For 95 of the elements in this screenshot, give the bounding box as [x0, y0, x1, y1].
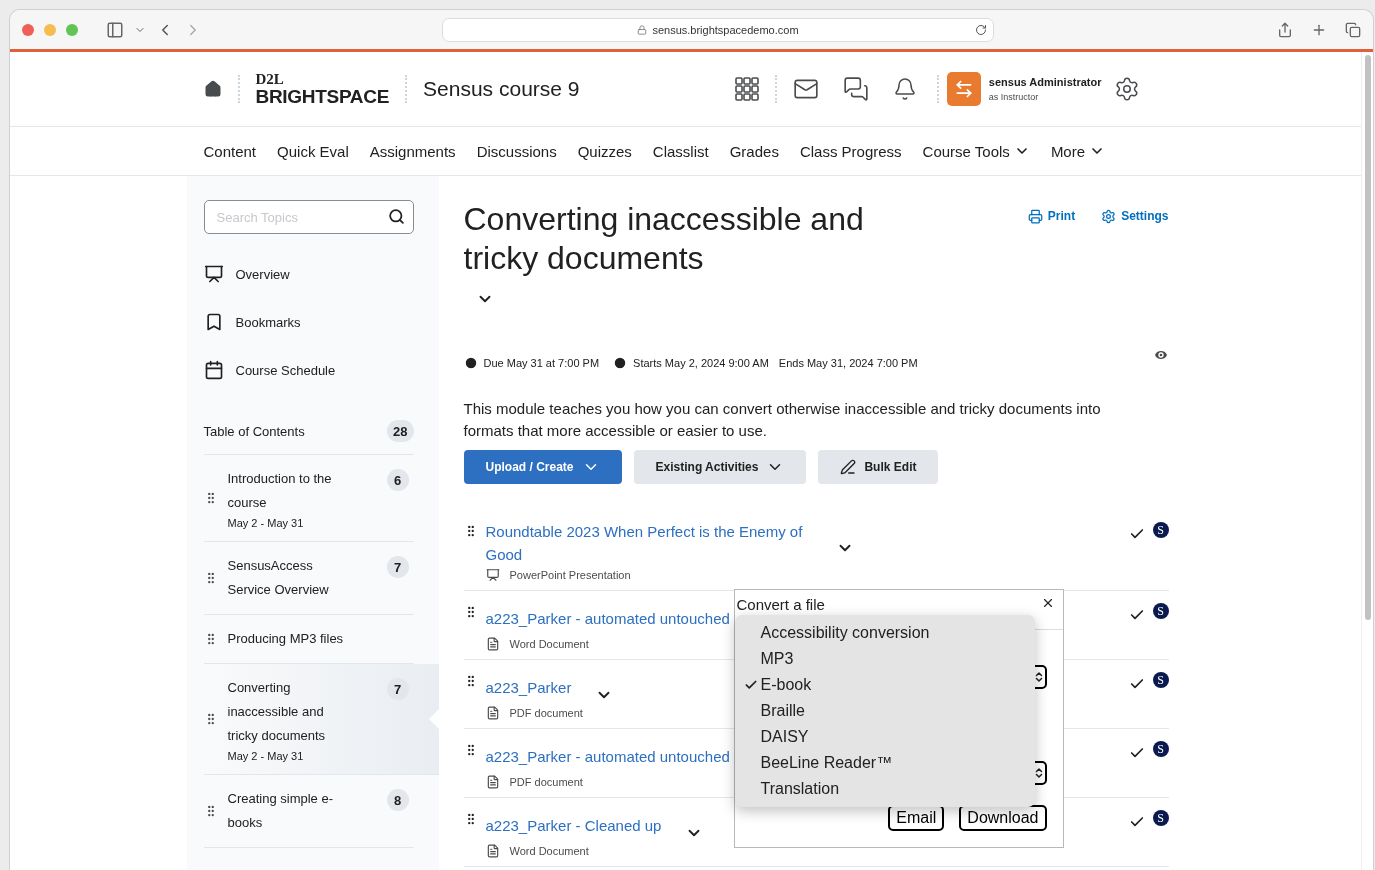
chat-icon[interactable]: [842, 76, 869, 102]
document-icon: [485, 637, 500, 651]
nav-link[interactable]: Grades: [729, 142, 779, 160]
status-badge: S: [1152, 810, 1169, 826]
nav-link[interactable]: Assignments: [369, 142, 456, 160]
menu-option[interactable]: Accessibility conversion: [734, 620, 1035, 646]
file-type: PDF document: [509, 707, 583, 719]
topic-link[interactable]: a223_Parker - automated untouched: [485, 744, 730, 768]
module-dates: May 2 - May 31: [227, 750, 305, 762]
settings-icon[interactable]: [1113, 76, 1140, 102]
status-badge: S: [1152, 741, 1169, 757]
url-text: sensus.brightspacedemo.com: [652, 23, 799, 36]
close-window-icon[interactable]: [22, 23, 34, 36]
due-date: Due May 31 at 7:00 PM: [483, 357, 600, 369]
lock-icon: [637, 24, 648, 35]
menu-option[interactable]: MP3: [734, 646, 1035, 672]
count-badge: 6: [386, 469, 409, 491]
print-icon: [1027, 208, 1043, 224]
menu-option[interactable]: Translation: [734, 776, 1035, 802]
toolbar-button[interactable]: Bulk Edit: [818, 450, 939, 484]
topic-link[interactable]: Roundtable 2023 When Perfect is the Enemy of Good: [485, 520, 806, 566]
menu-option[interactable]: E-book: [734, 672, 1035, 698]
count-badge: 28: [387, 420, 414, 442]
start-date: Starts May 2, 2024 9:00 AM: [633, 357, 769, 369]
module-item[interactable]: SensusAccess Service Overview 7: [203, 542, 414, 615]
menu-option[interactable]: Braille: [734, 698, 1035, 724]
module-dates: May 2 - May 31: [227, 517, 305, 529]
address-bar[interactable]: sensus.brightspacedemo.com: [442, 17, 994, 42]
bell-icon[interactable]: [892, 77, 917, 101]
module-title: Converting inaccessible and tricky documents: [463, 200, 865, 278]
presentation-icon: [203, 264, 224, 284]
count-badge: 7: [386, 678, 409, 700]
grid-icon[interactable]: [734, 77, 759, 101]
sidebar-icon[interactable]: [106, 20, 124, 39]
sidebar-link[interactable]: Course Schedule: [203, 346, 414, 394]
count-badge: 8: [386, 789, 409, 811]
document-icon: [485, 844, 500, 858]
nav-link[interactable]: Content: [203, 142, 257, 160]
module-title: Introduction to the course: [227, 470, 333, 512]
search-icon[interactable]: [387, 208, 405, 225]
status-badge: S: [1152, 672, 1169, 688]
module-description: This module teaches you how you can convert otherwise inaccessible and tricky documents into formats that more accessible or easier to use.: [463, 399, 1102, 441]
toolbar-button[interactable]: Upload / Create: [463, 450, 622, 484]
module-item[interactable]: Creating simple e-books 8: [203, 775, 414, 848]
status-badge: S: [1152, 522, 1169, 538]
module-title: Converting inaccessible and tricky documents: [227, 679, 327, 745]
brand-logo[interactable]: D2L BRIGHTSPACE: [255, 72, 390, 106]
user-role: as Instructor: [988, 92, 1040, 102]
menu-option[interactable]: BeeLine Reader™: [734, 750, 1035, 776]
reload-icon[interactable]: [975, 23, 987, 36]
end-date: Ends May 31, 2024 7:00 PM: [778, 357, 918, 369]
action-link[interactable]: Settings: [1101, 208, 1169, 224]
share-icon[interactable]: [1277, 21, 1293, 38]
count-badge: 7: [386, 556, 409, 578]
toc-heading: Table of Contents: [203, 423, 305, 439]
status-badge: S: [1152, 603, 1169, 619]
toolbar-button[interactable]: Existing Activities: [633, 450, 807, 484]
topic-link[interactable]: a223_Parker - Cleaned up: [485, 813, 662, 837]
module-title: Creating simple e-books: [227, 790, 334, 832]
dialog-button[interactable]: Email: [888, 805, 945, 831]
action-link[interactable]: Print: [1027, 208, 1076, 224]
pen-icon: [840, 459, 857, 475]
document-icon: [485, 706, 500, 720]
module-title: Producing MP3 files: [227, 630, 345, 648]
sidebar-link[interactable]: Bookmarks: [203, 298, 414, 346]
topic-link[interactable]: a223_Parker: [485, 675, 572, 699]
nav-link[interactable]: Quizzes: [577, 142, 632, 160]
topic-link[interactable]: a223_Parker - automated untouched: [485, 606, 730, 630]
course-title[interactable]: Sensus course 9: [423, 77, 580, 101]
nav-link[interactable]: Discussions: [476, 142, 557, 160]
module-item[interactable]: Introduction to the course May 2 - May 31 6: [203, 455, 414, 542]
file-type: PDF document: [509, 776, 583, 788]
settings-icon: [1101, 208, 1117, 224]
presentation-icon: [485, 568, 500, 582]
dialog-button[interactable]: Download: [959, 805, 1047, 831]
nav-link[interactable]: Quick Eval: [277, 142, 349, 160]
nav-link[interactable]: Classlist: [652, 142, 709, 160]
sidebar-link[interactable]: Overview: [203, 250, 414, 298]
home-icon[interactable]: [203, 80, 222, 98]
file-type: Word Document: [509, 845, 589, 857]
user-name: sensus Administrator: [988, 76, 1102, 88]
tabs-icon[interactable]: [1345, 21, 1361, 38]
user-avatar[interactable]: [946, 72, 981, 106]
file-type: PowerPoint Presentation: [509, 569, 631, 581]
module-title: SensusAccess Service Overview: [227, 557, 330, 599]
file-type: Word Document: [509, 638, 589, 650]
nav-link[interactable]: More: [1050, 142, 1106, 160]
module-item[interactable]: Converting inaccessible and tricky documents May 2 - May 31 7: [203, 664, 439, 775]
search-field[interactable]: Search Topics: [203, 200, 414, 234]
menu-option[interactable]: DAISY: [734, 724, 1035, 750]
calendar-icon: [203, 360, 224, 380]
document-icon: [485, 775, 500, 789]
dialog-title: Convert a file: [736, 596, 825, 615]
nav-link[interactable]: Class Progress: [799, 142, 902, 160]
nav-link[interactable]: Course Tools: [922, 142, 1030, 160]
